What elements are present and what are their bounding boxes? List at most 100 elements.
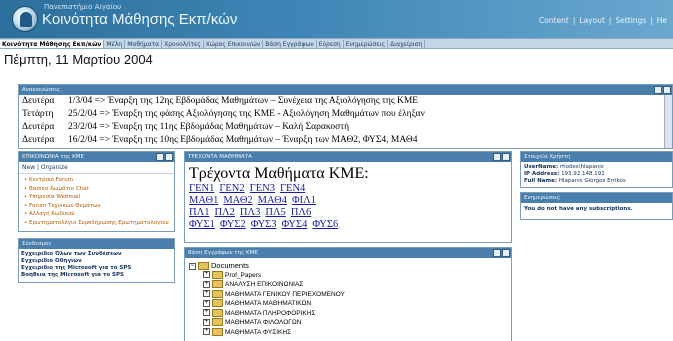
tree-root[interactable]: − Documents <box>189 261 507 271</box>
minimize-icon[interactable] <box>502 153 510 161</box>
course-link[interactable]: ΓΕΝ4 <box>280 183 305 194</box>
announcement-row[interactable]: Δευτέρα 16/2/04 => Έναρξη της 10ης Εβδομά… <box>19 134 664 147</box>
folder-icon <box>212 280 223 289</box>
documents-panel: Βάση Εγγράφων της ΚΜΕ − Documents + Prof_P… <box>184 247 512 341</box>
expand-icon[interactable]: + <box>203 299 210 307</box>
announcements-scrollbar[interactable] <box>664 95 672 148</box>
nav-communication[interactable]: Χώρος Επικοιν/ών <box>204 40 264 48</box>
site-title: Κοινότητα Μάθησης Εκπ/κών <box>42 11 238 28</box>
course-link[interactable]: ΠΛ3 <box>240 207 260 218</box>
course-link[interactable]: ΠΛ5 <box>265 207 285 218</box>
expand-icon[interactable]: + <box>203 318 210 326</box>
minimize-icon[interactable] <box>663 86 671 94</box>
nav-search[interactable]: Εύρεση <box>317 40 344 48</box>
folder-icon <box>212 270 223 279</box>
edit-icon[interactable] <box>493 153 501 161</box>
link-item[interactable]: Εγχειρίδιο της Microsoft για το SPS <box>19 265 174 272</box>
edit-icon[interactable] <box>156 153 164 161</box>
tree-folder[interactable]: + ΜΑΘΗΜΑΤΑ ΠΛΗΡΟΦΟΡΙΚΗΣ <box>189 308 507 319</box>
communication-tabs[interactable]: New | Organize <box>19 162 174 174</box>
edit-icon[interactable] <box>493 249 501 257</box>
expand-icon[interactable]: + <box>203 309 210 317</box>
course-link[interactable]: ΜΑΘ4 <box>258 195 287 206</box>
link-item[interactable]: Βοήθεια της Microsoft για το SPS <box>19 272 174 279</box>
site-header: Πανεπιστήμιο Αιγαίου Κοινότητα Μάθησης Ε… <box>0 0 673 38</box>
comm-link[interactable]: • Αλλαγή Κωδικού <box>24 210 169 219</box>
collapse-icon[interactable]: − <box>189 262 196 270</box>
announcements-panel: Ανακοινώσεις Δευτέρα 1/3/04 => Έναρξη της… <box>18 84 673 149</box>
tree-folder[interactable]: + ΜΑΘΗΜΑΤΑ ΦΥΣΙΚΗΣ <box>189 327 507 338</box>
tree-folder[interactable]: + ΜΑΘΗΜΑΤΑ ΓΕΝΙΚΟΥ ΠΕΡΙΕΧΟΜΕΝΟΥ <box>189 289 507 300</box>
expand-icon[interactable]: + <box>203 280 210 288</box>
folder-icon <box>212 308 223 317</box>
announcement-row[interactable]: Τετάρτη 25/2/04 => Έναρξη της φάσης Αξιολ… <box>19 108 664 121</box>
fullname-line: Full Name: Hlapanis Giorgos Errikos <box>524 178 626 184</box>
content-link[interactable]: Content <box>539 16 569 25</box>
expand-icon[interactable]: + <box>203 271 210 279</box>
course-link[interactable]: ΦΥΣ6 <box>312 219 338 230</box>
folder-icon <box>212 318 223 327</box>
links-panel: Σύνδεσμος Εγχειρίδιο Όλων των Συνδέσεων … <box>18 238 175 283</box>
course-link[interactable]: ΓΕΝ1 <box>189 183 214 194</box>
page-date: Πέμπτη, 11 Μαρτίου 2004 <box>4 52 153 67</box>
tree-folder[interactable]: + Prof_Papers <box>189 270 507 281</box>
minimize-icon[interactable] <box>165 153 173 161</box>
nav-home[interactable]: Κοινότητα Μάθησης Εκπ/κών <box>0 40 105 48</box>
course-link[interactable]: ΦΙΛ1 <box>292 195 316 206</box>
expand-icon[interactable]: + <box>203 328 210 336</box>
folder-icon <box>212 289 223 298</box>
nav-members[interactable]: Μέλη <box>104 40 126 48</box>
nav-courses[interactable]: Μαθήματα <box>125 40 163 48</box>
comm-link[interactable]: • Forum Τεχνικών Θεμάτων <box>24 202 169 211</box>
help-link[interactable]: He <box>657 16 667 25</box>
nav-documents[interactable]: Βάση Εγγράφων <box>263 40 317 48</box>
org-name: Πανεπιστήμιο Αιγαίου <box>44 3 122 11</box>
folder-icon <box>212 327 223 336</box>
settings-link[interactable]: Settings <box>615 16 646 25</box>
course-link[interactable]: ΓΕΝ2 <box>219 183 244 194</box>
subscriptions-panel: Ενημερώσεις You do not have any subscrip… <box>520 192 673 220</box>
course-link[interactable]: ΦΥΣ2 <box>220 219 246 230</box>
courses-heading: Τρέχοντα Μαθήματα ΚΜΕ: <box>189 165 369 182</box>
minimize-icon[interactable] <box>502 249 510 257</box>
tree-folder[interactable]: + ΜΑΘΗΜΑΤΑ ΦΙΛΟΛΟΓΩΝ <box>189 318 507 328</box>
nav-updates[interactable]: Ενημερώσεις <box>344 40 389 48</box>
main-nav: Κοινότητα Μάθησης Εκπ/κών Μέλη Μαθήματα Χρο… <box>0 38 673 49</box>
user-info-panel: Στοιχεία Χρήστη UserName: rhodes\hlapani… <box>520 151 673 188</box>
document-tree: − Documents + Prof_Papers + ΑΝΑΛΥΣΗ ΕΠΙΚΟΙΝ… <box>185 258 511 340</box>
announcement-row[interactable]: Δευτέρα 1/3/04 => Έναρξη της 12ης Εβδομάδ… <box>19 95 664 108</box>
course-link[interactable]: ΦΥΣ1 <box>189 219 215 230</box>
announcements-header: Ανακοινώσεις <box>19 85 672 95</box>
course-link[interactable]: ΜΑΘ2 <box>223 195 252 206</box>
comm-link[interactable]: • Ερωτηματολόγιο Συμπλήρωσης Ερωτηματολο… <box>24 219 169 228</box>
comm-link[interactable]: • Κεντρικό Forum <box>24 176 169 185</box>
comm-link[interactable]: • Υπηρεσία Webmail <box>24 193 169 202</box>
subscriptions-text: You do not have any subscriptions. <box>524 206 633 212</box>
layout-link[interactable]: Layout <box>579 16 605 25</box>
nav-calendar[interactable]: Χρονολ/ίτες <box>162 40 204 48</box>
communication-panel: ΕΠΙΚΟΙΝΩΝΙΑ της ΚΜΕ New | Organize • Κεν… <box>18 151 175 232</box>
edit-icon[interactable] <box>654 86 662 94</box>
link-item[interactable]: Εγχειρίδιο Οδηγιών <box>19 258 174 265</box>
announcement-row[interactable]: Δευτέρα 23/2/04 => Έναρξη της 11ης Εβδομά… <box>19 121 664 134</box>
folder-icon <box>198 262 209 271</box>
top-links: Content | Layout | Settings | He <box>539 16 667 25</box>
tree-folder[interactable]: + ΜΑΘΗΜΑΤΑ ΜΑΘΗΜΑΤΙΚΩΝ <box>189 299 507 309</box>
comm-link[interactable]: • Βασικό Δωμάτιο Chat <box>24 185 169 194</box>
course-link[interactable]: ΠΛ6 <box>291 207 311 218</box>
course-link[interactable]: ΜΑΘ1 <box>189 195 218 206</box>
folder-icon <box>212 299 223 308</box>
tree-folder[interactable]: + ΑΝΑΛΥΣΗ ΕΠΙΚΟΙΝΩΝΙΑΣ <box>189 280 507 290</box>
nav-admin[interactable]: Διαχείριση <box>388 40 426 48</box>
course-link[interactable]: ΠΛ2 <box>214 207 234 218</box>
course-link[interactable]: ΦΥΣ3 <box>251 219 277 230</box>
username-line: UserName: rhodes\hlapanis <box>524 164 604 170</box>
ip-line: IP Address: 193.92.148.192 <box>524 171 605 177</box>
link-item[interactable]: Εγχειρίδιο Όλων των Συνδέσεων <box>19 251 174 258</box>
course-link[interactable]: ΓΕΝ3 <box>250 183 275 194</box>
university-logo-icon <box>12 6 38 32</box>
course-link[interactable]: ΠΛ1 <box>189 207 209 218</box>
course-link[interactable]: ΦΥΣ4 <box>282 219 308 230</box>
current-courses-panel: ΤΡΕΧΟΝΤΑ ΜΑΘΗΜΑΤΑ Τρέχοντα Μαθήματα ΚΜΕ:… <box>184 151 512 243</box>
expand-icon[interactable]: + <box>203 290 210 298</box>
